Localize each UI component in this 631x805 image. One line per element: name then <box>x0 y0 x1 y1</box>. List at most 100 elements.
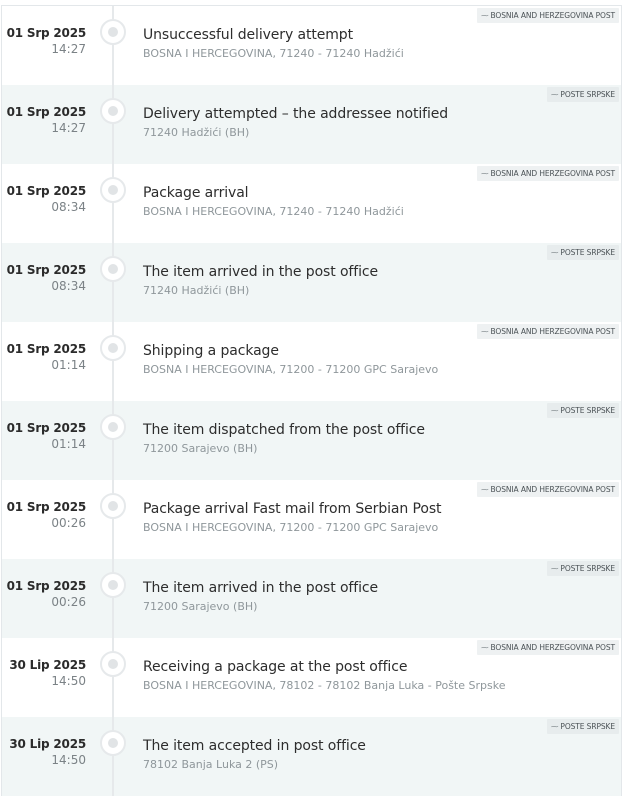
timeline-event-row: 01 Srp 2025 00:26 The item arrived in th… <box>2 559 621 638</box>
source-badge: ⁓ POSTE SRPSKE <box>546 719 619 734</box>
timeline-event-row: 01 Srp 2025 08:34 The item arrived in th… <box>2 243 621 322</box>
event-location: 71240 Hadžići (BH) <box>143 126 250 139</box>
event-date: 01 Srp 2025 <box>6 500 87 514</box>
timeline-node-icon <box>100 335 126 361</box>
timeline-event-row: 01 Srp 2025 01:14 The item dispatched fr… <box>2 401 621 480</box>
event-title: Receiving a package at the post office <box>143 659 408 675</box>
timeline-event-row: 30 Lip 2025 14:50 Receiving a package at… <box>2 638 621 717</box>
event-date: 01 Srp 2025 <box>6 184 87 198</box>
event-time: 14:27 <box>51 121 86 135</box>
event-location: 71200 Sarajevo (BH) <box>143 600 258 613</box>
timeline-event-row: 01 Srp 2025 00:26 Package arrival Fast m… <box>2 480 621 559</box>
event-date: 01 Srp 2025 <box>6 421 87 435</box>
event-title: The item dispatched from the post office <box>143 422 425 438</box>
event-time: 00:26 <box>51 595 86 609</box>
event-location: BOSNA I HERCEGOVINA, 71240 - 71240 Hadži… <box>143 205 404 218</box>
transit-line-icon: ⁓ <box>550 722 559 731</box>
event-time: 08:34 <box>51 279 86 293</box>
source-label: BOSNIA AND HERZEGOVINA POST <box>490 485 616 494</box>
event-location: 71200 Sarajevo (BH) <box>143 442 258 455</box>
event-date: 30 Lip 2025 <box>9 658 86 672</box>
transit-line-icon: ⁓ <box>550 248 559 257</box>
event-date: 01 Srp 2025 <box>6 342 87 356</box>
event-time: 00:26 <box>51 516 86 530</box>
event-title: Unsuccessful delivery attempt <box>143 27 353 43</box>
event-details: Receiving a package at the post office B… <box>143 659 611 692</box>
event-time: 14:50 <box>51 674 86 688</box>
event-datetime: 30 Lip 2025 14:50 <box>2 737 86 767</box>
transit-line-icon: ⁓ <box>481 169 489 178</box>
timeline-event-row: 01 Srp 2025 14:27 Unsuccessful delivery … <box>2 6 621 85</box>
event-date: 30 Lip 2025 <box>9 737 86 751</box>
event-datetime: 01 Srp 2025 14:27 <box>2 26 87 56</box>
transit-line-icon: ⁓ <box>481 485 489 494</box>
transit-line-icon: ⁓ <box>481 11 489 20</box>
event-date: 01 Srp 2025 <box>6 105 87 119</box>
event-location: BOSNA I HERCEGOVINA, 71240 - 71240 Hadži… <box>143 47 404 60</box>
source-badge: ⁓ BOSNIA AND HERZEGOVINA POST <box>477 166 619 181</box>
event-details: The item arrived in the post office 7120… <box>143 580 611 613</box>
event-details: Package arrival BOSNA I HERCEGOVINA, 712… <box>143 185 611 218</box>
event-details: Unsuccessful delivery attempt BOSNA I HE… <box>143 27 611 60</box>
source-label: BOSNIA AND HERZEGOVINA POST <box>490 327 616 336</box>
event-datetime: 01 Srp 2025 14:27 <box>2 105 87 135</box>
source-badge: ⁓ BOSNIA AND HERZEGOVINA POST <box>477 482 619 497</box>
timeline-node-icon <box>100 414 126 440</box>
event-details: The item accepted in post office 78102 B… <box>143 738 611 771</box>
tracking-timeline: 01 Srp 2025 14:27 Unsuccessful delivery … <box>1 5 622 796</box>
event-details: Shipping a package BOSNA I HERCEGOVINA, … <box>143 343 611 376</box>
event-details: The item arrived in the post office 7124… <box>143 264 611 297</box>
transit-line-icon: ⁓ <box>481 327 489 336</box>
source-label: POSTE SRPSKE <box>560 248 615 257</box>
timeline-node-icon <box>100 256 126 282</box>
event-title: Package arrival Fast mail from Serbian P… <box>143 501 442 517</box>
event-time: 08:34 <box>51 200 86 214</box>
event-time: 01:14 <box>51 358 86 372</box>
source-badge: ⁓ POSTE SRPSKE <box>546 561 619 576</box>
source-label: BOSNIA AND HERZEGOVINA POST <box>490 643 616 652</box>
timeline-event-row: 30 Lip 2025 14:50 The item accepted in p… <box>2 717 621 796</box>
event-datetime: 01 Srp 2025 00:26 <box>2 579 87 609</box>
source-label: POSTE SRPSKE <box>560 406 615 415</box>
source-label: BOSNIA AND HERZEGOVINA POST <box>490 169 616 178</box>
source-badge: ⁓ BOSNIA AND HERZEGOVINA POST <box>477 324 619 339</box>
timeline-node-icon <box>100 19 126 45</box>
event-location: BOSNA I HERCEGOVINA, 71200 - 71200 GPC S… <box>143 363 439 376</box>
event-datetime: 01 Srp 2025 00:26 <box>2 500 87 530</box>
event-title: Package arrival <box>143 185 249 201</box>
source-label: POSTE SRPSKE <box>560 90 615 99</box>
event-date: 01 Srp 2025 <box>6 26 87 40</box>
source-badge: ⁓ POSTE SRPSKE <box>546 87 619 102</box>
event-datetime: 01 Srp 2025 08:34 <box>2 184 87 214</box>
event-title: The item accepted in post office <box>143 738 366 754</box>
timeline-node-icon <box>100 730 126 756</box>
source-badge: ⁓ BOSNIA AND HERZEGOVINA POST <box>477 8 619 23</box>
event-title: The item arrived in the post office <box>143 264 378 280</box>
event-date: 01 Srp 2025 <box>6 579 87 593</box>
transit-line-icon: ⁓ <box>550 406 559 415</box>
event-datetime: 01 Srp 2025 08:34 <box>2 263 87 293</box>
source-badge: ⁓ POSTE SRPSKE <box>546 403 619 418</box>
event-location: BOSNA I HERCEGOVINA, 71200 - 71200 GPC S… <box>143 521 439 534</box>
timeline-node-icon <box>100 651 126 677</box>
event-title: Shipping a package <box>143 343 279 359</box>
event-datetime: 01 Srp 2025 01:14 <box>2 342 87 372</box>
event-location: 78102 Banja Luka 2 (PS) <box>143 758 279 771</box>
transit-line-icon: ⁓ <box>481 643 489 652</box>
event-time: 01:14 <box>51 437 86 451</box>
timeline-node-icon <box>100 177 126 203</box>
source-label: POSTE SRPSKE <box>560 722 615 731</box>
timeline-event-row: 01 Srp 2025 14:27 Delivery attempted – t… <box>2 85 621 164</box>
event-time: 14:50 <box>51 753 86 767</box>
event-title: Delivery attempted – the addressee notif… <box>143 106 449 122</box>
timeline-event-row: 01 Srp 2025 01:14 Shipping a package BOS… <box>2 322 621 401</box>
event-details: The item dispatched from the post office… <box>143 422 611 455</box>
timeline-event-row: 01 Srp 2025 08:34 Package arrival BOSNA … <box>2 164 621 243</box>
timeline-node-icon <box>100 493 126 519</box>
source-label: BOSNIA AND HERZEGOVINA POST <box>490 11 616 20</box>
event-time: 14:27 <box>51 42 86 56</box>
transit-line-icon: ⁓ <box>550 564 559 573</box>
timeline-node-icon <box>100 98 126 124</box>
event-details: Package arrival Fast mail from Serbian P… <box>143 501 611 534</box>
event-datetime: 30 Lip 2025 14:50 <box>2 658 86 688</box>
